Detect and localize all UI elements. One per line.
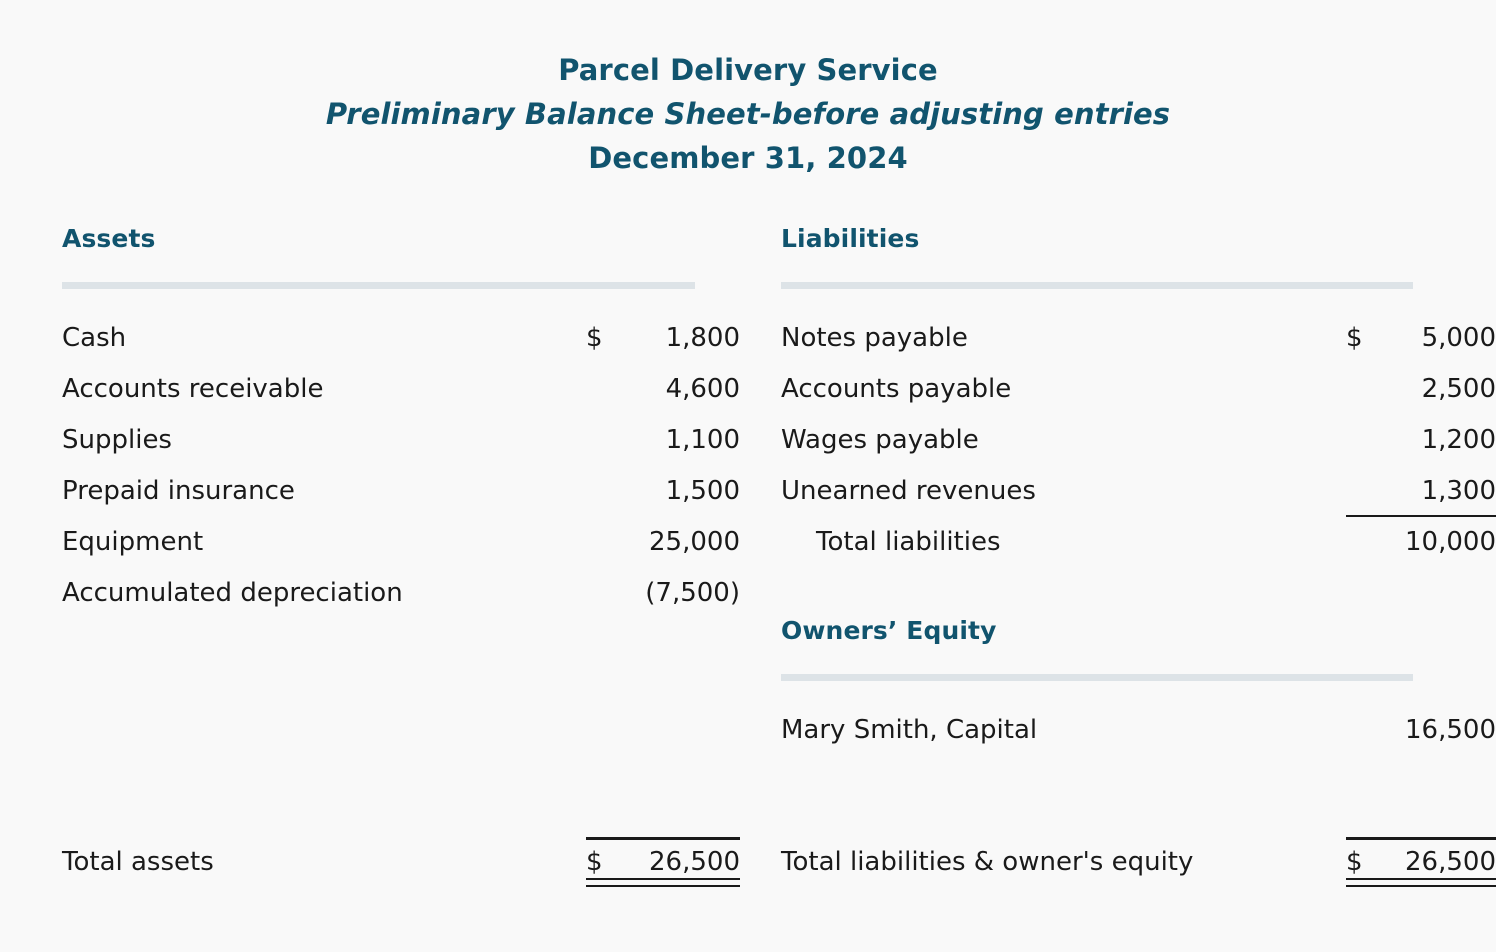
balance-sheet-document: Parcel Delivery Service Preliminary Bala… [0,0,1496,952]
liabilities-equity-column: Liabilities Notes payable $ 5,000 Accoun… [740,222,1496,887]
total-liabilities-row: Total liabilities 10,000 [781,515,1496,568]
row-value-block: $ 5,000 [1346,313,1496,364]
currency-symbol: $ [586,323,603,353]
row-label: Accounts payable [781,374,1012,404]
row-value-block: 4,600 [586,364,740,415]
currency-symbol: $ [1346,323,1363,353]
row-value-block: $ 1,800 [586,313,740,364]
row-value-block: 1,300 [1346,466,1496,517]
document-title-block: Parcel Delivery Service Preliminary Bala… [0,0,1496,180]
row-value-block: 10,000 [1346,515,1496,568]
table-row: Equipment 25,000 [62,517,740,568]
table-row: Wages payable 1,200 [781,415,1496,466]
assets-rows: Cash $ 1,800 Accounts receivable 4,600 S… [62,313,740,619]
row-amount: 1,800 [665,323,740,353]
row-amount: 16,500 [1405,715,1496,745]
company-name: Parcel Delivery Service [558,53,938,87]
statement-date: December 31, 2024 [588,141,908,175]
row-value-block: $ 26,500 [1346,837,1496,888]
row-value-block: 16,500 [1346,705,1496,756]
row-amount: 1,100 [665,425,740,455]
row-label: Prepaid insurance [62,476,295,506]
total-liabilities-and-equity-row: Total liabilities & owner's equity $ 26,… [781,837,1496,888]
owners-equity-heading: Owners’ Equity [781,616,997,645]
row-label: Cash [62,323,127,353]
row-amount: (7,500) [645,578,740,608]
row-value-block: 2,500 [1346,364,1496,415]
row-label: Unearned revenues [781,476,1036,506]
table-row: Prepaid insurance 1,500 [62,466,740,517]
table-row: Accounts payable 2,500 [781,364,1496,415]
row-amount: 26,500 [649,847,740,877]
equity-rows: Mary Smith, Capital 16,500 [781,705,1496,756]
balance-sheet-columns: Assets Cash $ 1,800 Accounts receivable … [0,222,1496,887]
row-amount: 4,600 [665,374,740,404]
assets-section-divider [62,282,695,289]
assets-heading: Assets [62,224,156,253]
owners-equity-section-divider [781,674,1413,681]
liabilities-section-divider [781,282,1413,289]
currency-symbol: $ [1346,847,1363,877]
row-value-block: 1,200 [1346,415,1496,466]
row-label: Total liabilities & owner's equity [781,847,1194,877]
table-row: Accounts receivable 4,600 [62,364,740,415]
row-amount: 2,500 [1421,374,1496,404]
row-value-block: (7,500) [586,568,740,619]
assets-column: Assets Cash $ 1,800 Accounts receivable … [0,222,740,887]
row-label: Equipment [62,527,204,557]
assets-total-anchor: Total assets $ 26,500 [0,837,740,888]
row-label: Supplies [62,425,172,455]
statement-title: Preliminary Balance Sheet-before adjusti… [325,97,1171,131]
liabilities-heading: Liabilities [781,224,920,253]
row-value-block: 1,500 [586,466,740,517]
total-assets-row: Total assets $ 26,500 [62,837,740,888]
row-label: Mary Smith, Capital [781,715,1038,745]
row-amount: 1,500 [665,476,740,506]
table-row: Notes payable $ 5,000 [781,313,1496,364]
row-amount: 1,200 [1421,425,1496,455]
grand-total-anchor: Total liabilities & owner's equity $ 26,… [740,837,1496,888]
row-amount: 26,500 [1405,847,1496,877]
row-value-block: $ 26,500 [586,837,740,888]
row-amount: 5,000 [1421,323,1496,353]
row-label: Total liabilities [816,527,1001,557]
row-amount: 10,000 [1405,527,1496,557]
row-amount: 25,000 [649,527,740,557]
table-row: Supplies 1,100 [62,415,740,466]
row-value-block: 25,000 [586,517,740,568]
row-label: Accumulated depreciation [62,578,403,608]
row-value-block: 1,100 [586,415,740,466]
table-row: Unearned revenues 1,300 [781,466,1496,517]
table-row: Accumulated depreciation (7,500) [62,568,740,619]
table-row: Mary Smith, Capital 16,500 [781,705,1496,756]
table-row: Cash $ 1,800 [62,313,740,364]
row-label: Total assets [62,847,214,877]
row-label: Accounts receivable [62,374,324,404]
row-label: Wages payable [781,425,979,455]
row-amount: 1,300 [1421,476,1496,506]
liabilities-rows: Notes payable $ 5,000 Accounts payable 2… [781,313,1496,568]
currency-symbol: $ [586,847,603,877]
row-label: Notes payable [781,323,968,353]
